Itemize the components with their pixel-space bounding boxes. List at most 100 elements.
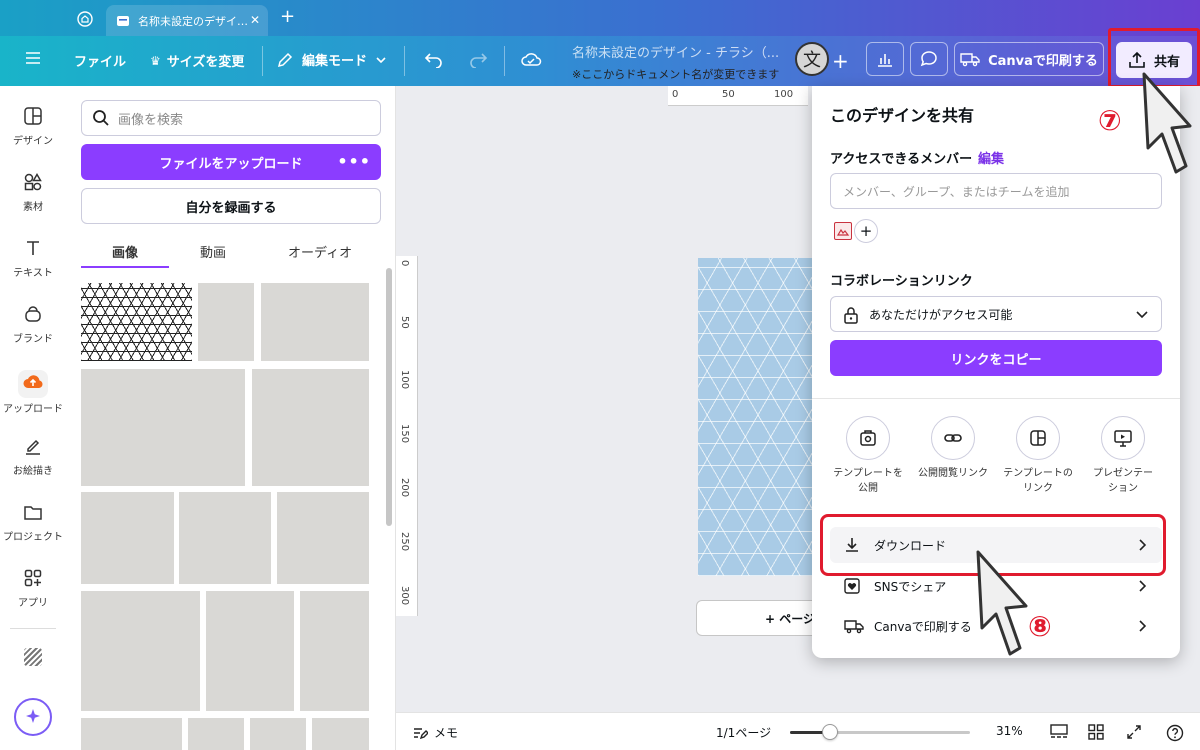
pages-view-icon <box>1050 724 1068 738</box>
undo-button[interactable] <box>424 50 444 68</box>
option-label: 公開 <box>858 483 878 494</box>
add-member-input[interactable]: メンバー、グループ、またはチームを追加 <box>830 173 1162 209</box>
ruler-tick: 300 <box>399 586 410 606</box>
cloud-save-status[interactable] <box>520 50 542 68</box>
template-publish-icon <box>846 416 890 460</box>
image-thumbnail[interactable] <box>312 718 369 750</box>
editor-footer: メモ 1/1ページ 31% <box>396 712 1200 750</box>
image-thumbnail[interactable] <box>81 718 182 750</box>
image-thumbnail[interactable] <box>277 492 369 584</box>
crown-icon: ♛ <box>150 53 161 68</box>
add-collaborator-button[interactable]: + <box>832 49 849 73</box>
image-thumbnail[interactable] <box>206 591 294 711</box>
undo-icon <box>424 53 442 68</box>
hamburger-icon <box>26 52 40 64</box>
template-icon <box>1016 416 1060 460</box>
help-button[interactable] <box>1166 724 1184 742</box>
design-icon <box>24 107 42 125</box>
image-thumbnail[interactable] <box>81 369 245 486</box>
chevron-right-icon <box>1139 620 1147 632</box>
zoom-slider-handle[interactable] <box>821 724 838 740</box>
add-member-button[interactable]: + <box>854 219 878 243</box>
redo-button[interactable] <box>468 50 488 68</box>
publish-template-option[interactable]: テンプレートを 公開 <box>825 416 911 496</box>
rail-item-apps[interactable]: アプリ <box>0 568 66 609</box>
panel-scrollbar[interactable] <box>386 268 392 526</box>
ruler-tick: 50 <box>722 89 735 100</box>
rail-item-draw[interactable]: お絵描き <box>0 436 66 477</box>
home-tab[interactable] <box>74 8 96 30</box>
print-with-canva-button[interactable]: Canvaで印刷する <box>954 42 1104 76</box>
pointer-cursor-icon <box>1142 72 1192 174</box>
document-title-hint: ※ここからドキュメント名が変更できます <box>572 68 780 81</box>
document-tab-label: 名称未設定のデザイ… <box>138 14 248 28</box>
ruler-tick: 250 <box>399 532 410 552</box>
tab-images[interactable]: 画像 <box>112 242 138 261</box>
resize-button[interactable]: ♛ サイズを変更 <box>150 51 244 71</box>
image-thumbnail[interactable] <box>252 369 369 486</box>
grid-view-button[interactable] <box>1088 724 1104 740</box>
template-link-option[interactable]: テンプレートの リンク <box>995 416 1081 496</box>
presentation-option[interactable]: プレゼンテー ション <box>1080 416 1166 496</box>
tab-videos[interactable]: 動画 <box>200 242 226 261</box>
redo-icon <box>470 53 488 68</box>
image-thumbnail[interactable] <box>250 718 306 750</box>
presentation-icon <box>1101 416 1145 460</box>
rail-item-brand[interactable]: ブランド <box>0 304 66 345</box>
page-view-button[interactable] <box>1050 724 1068 740</box>
image-search-input[interactable]: 画像を検索 <box>81 100 381 136</box>
bar-chart-icon <box>878 54 892 67</box>
vertical-ruler: 0 50 100 150 200 250 300 <box>396 256 418 616</box>
zoom-level[interactable]: 31% <box>996 724 1023 738</box>
image-thumbnail[interactable] <box>81 283 192 361</box>
fullscreen-button[interactable] <box>1126 724 1142 740</box>
close-tab-icon[interactable]: ✕ <box>250 13 260 27</box>
comments-button[interactable] <box>910 42 948 76</box>
rail-item-design[interactable]: デザイン <box>0 106 66 147</box>
insights-button[interactable] <box>866 42 904 76</box>
public-view-link-option[interactable]: 公開閲覧リンク <box>910 416 996 481</box>
zoom-slider[interactable] <box>790 724 970 740</box>
rail-label: テキスト <box>13 268 53 279</box>
record-yourself-button[interactable]: 自分を録画する <box>81 188 381 224</box>
background-remover-icon[interactable] <box>24 648 42 666</box>
page-count[interactable]: 1/1ページ <box>716 724 771 741</box>
browser-tab-bar: 名称未設定のデザイ… ✕ + <box>0 0 1200 36</box>
notes-button[interactable]: メモ <box>412 724 458 741</box>
image-thumbnail[interactable] <box>81 591 200 711</box>
translate-icon[interactable]: 文 <box>795 42 829 76</box>
document-tab[interactable]: 名称未設定のデザイ… ✕ <box>106 5 268 36</box>
image-thumbnail[interactable] <box>81 492 174 584</box>
upload-files-button[interactable]: ファイルをアップロード ••• <box>81 144 381 180</box>
rail-item-projects[interactable]: プロジェクト <box>0 502 66 543</box>
rail-item-elements[interactable]: 素材 <box>0 172 66 213</box>
edit-members-link[interactable]: 編集 <box>978 148 1004 167</box>
toolbar-divider <box>404 46 405 76</box>
file-menu[interactable]: ファイル <box>74 51 126 70</box>
print-label: Canvaで印刷する <box>988 53 1098 69</box>
avatar[interactable] <box>834 222 852 240</box>
upload-cloud-icon <box>18 370 48 398</box>
rail-item-text[interactable]: テキスト <box>0 238 66 279</box>
menu-button[interactable] <box>24 50 42 66</box>
ruler-tick: 100 <box>774 89 794 100</box>
tab-audio[interactable]: オーディオ <box>288 242 352 261</box>
rail-item-uploads[interactable]: アップロード <box>0 370 66 415</box>
truck-icon <box>960 53 980 67</box>
horizontal-ruler: 0 50 100 <box>668 86 808 106</box>
new-tab-button[interactable]: + <box>280 6 295 27</box>
image-thumbnail[interactable] <box>300 591 369 711</box>
image-thumbnail[interactable] <box>198 283 254 361</box>
edit-mode-dropdown[interactable]: 編集モード <box>276 50 387 69</box>
copy-link-button[interactable]: リンクをコピー <box>830 340 1162 376</box>
access-level-select[interactable]: あなただけがアクセス可能 <box>830 296 1162 332</box>
image-thumbnail[interactable] <box>188 718 244 750</box>
image-thumbnail[interactable] <box>179 492 271 584</box>
design-page[interactable] <box>698 258 818 576</box>
magic-assistant-button[interactable] <box>14 698 52 736</box>
image-thumbnail[interactable] <box>261 283 369 361</box>
document-title[interactable]: 名称未設定のデザイン - チラシ（... <box>572 42 779 61</box>
add-page-button[interactable]: + ページ <box>696 600 826 636</box>
chevron-right-icon <box>1139 580 1147 592</box>
more-options-icon[interactable]: ••• <box>337 152 371 171</box>
